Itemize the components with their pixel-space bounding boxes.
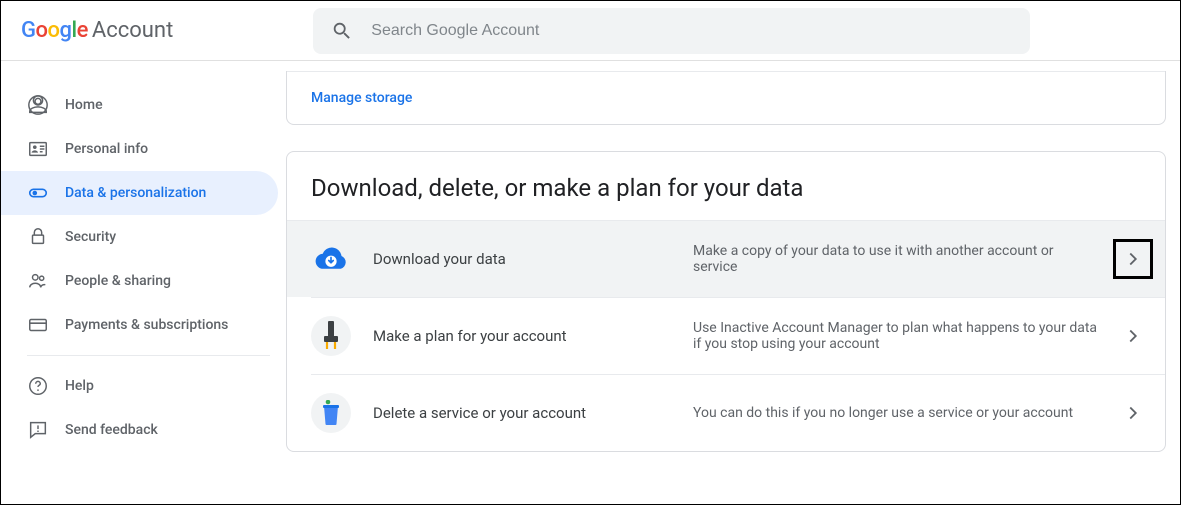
row-description: You can do this if you no longer use a s… bbox=[693, 405, 1113, 421]
row-title: Download your data bbox=[373, 250, 693, 268]
sidebar-item-label: Personal info bbox=[65, 141, 148, 157]
search-icon bbox=[331, 20, 353, 42]
sidebar-item-label: Data & personalization bbox=[65, 185, 206, 201]
row-description: Make a copy of your data to use it with … bbox=[693, 243, 1113, 275]
sidebar-item-feedback[interactable]: Send feedback bbox=[1, 408, 278, 452]
people-icon bbox=[27, 270, 49, 292]
search-bar[interactable] bbox=[313, 8, 1030, 54]
sidebar-divider bbox=[27, 355, 270, 356]
trash-icon bbox=[311, 393, 351, 433]
lock-icon bbox=[27, 226, 49, 248]
sidebar-item-label: Security bbox=[65, 229, 116, 245]
chevron-right-icon[interactable] bbox=[1113, 239, 1153, 279]
logo[interactable]: Google Account bbox=[21, 18, 173, 43]
row-delete-account[interactable]: Delete a service or your account You can… bbox=[311, 374, 1165, 451]
sidebar-item-label: Payments & subscriptions bbox=[65, 317, 228, 333]
row-title: Make a plan for your account bbox=[373, 327, 693, 345]
row-account-plan[interactable]: Make a plan for your account Use Inactiv… bbox=[311, 297, 1165, 374]
sidebar-item-payments[interactable]: Payments & subscriptions bbox=[1, 303, 278, 347]
sidebar-item-label: Send feedback bbox=[65, 422, 158, 438]
section-title: Download, delete, or make a plan for you… bbox=[287, 152, 1165, 220]
toggle-icon bbox=[27, 182, 49, 204]
service-name: Account bbox=[92, 18, 173, 43]
sidebar-item-label: Home bbox=[65, 97, 103, 113]
manage-storage-link[interactable]: Manage storage bbox=[287, 72, 1165, 124]
sidebar-item-people-sharing[interactable]: People & sharing bbox=[1, 259, 278, 303]
sidebar: Home Personal info Data & personalizatio… bbox=[1, 61, 286, 504]
id-card-icon bbox=[27, 138, 49, 160]
sidebar-item-data-personalization[interactable]: Data & personalization bbox=[1, 171, 278, 215]
main-content: Manage storage Download, delete, or make… bbox=[286, 61, 1180, 504]
help-icon bbox=[27, 375, 49, 397]
chevron-right-icon[interactable] bbox=[1113, 316, 1153, 356]
sidebar-item-security[interactable]: Security bbox=[1, 215, 278, 259]
row-description: Use Inactive Account Manager to plan wha… bbox=[693, 320, 1113, 352]
feedback-icon bbox=[27, 419, 49, 441]
sidebar-item-help[interactable]: Help bbox=[1, 364, 278, 408]
data-management-card: Download, delete, or make a plan for you… bbox=[286, 151, 1166, 452]
card-icon bbox=[27, 314, 49, 336]
search-input[interactable] bbox=[371, 22, 1012, 40]
chevron-right-icon[interactable] bbox=[1113, 393, 1153, 433]
row-title: Delete a service or your account bbox=[373, 404, 693, 422]
storage-card: Manage storage bbox=[286, 71, 1166, 125]
header: Google Account bbox=[1, 1, 1180, 61]
row-download-data[interactable]: Download your data Make a copy of your d… bbox=[287, 220, 1165, 297]
home-icon bbox=[27, 94, 49, 116]
sidebar-item-personal-info[interactable]: Personal info bbox=[1, 127, 278, 171]
google-logo: Google bbox=[21, 18, 88, 43]
sidebar-item-home[interactable]: Home bbox=[1, 83, 278, 127]
download-cloud-icon bbox=[311, 239, 351, 279]
plug-icon bbox=[311, 316, 351, 356]
sidebar-item-label: People & sharing bbox=[65, 273, 171, 289]
sidebar-item-label: Help bbox=[65, 378, 94, 394]
